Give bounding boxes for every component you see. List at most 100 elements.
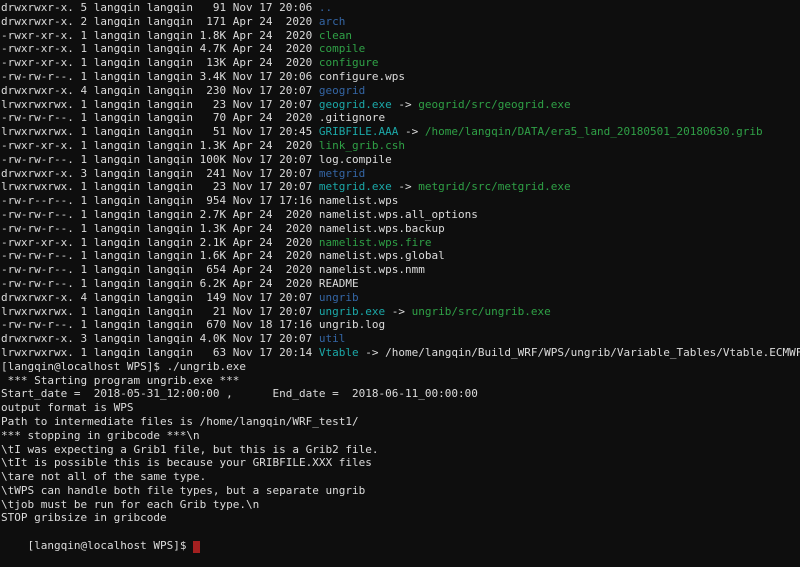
file-name: namelist.wps.global bbox=[319, 249, 445, 262]
file-meta: lrwxrwxrwx. 1 langqin langqin 21 Nov 17 … bbox=[1, 305, 319, 318]
symlink-target: geogrid/src/geogrid.exe bbox=[418, 98, 570, 111]
file-name: .gitignore bbox=[319, 111, 385, 124]
prompt-line: [langqin@localhost WPS]$ bbox=[1, 525, 800, 539]
file-meta: -rw-rw-r--. 1 langqin langqin 70 Apr 24 … bbox=[1, 111, 319, 124]
file-row: drwxrwxr-x. 3 langqin langqin 4.0K Nov 1… bbox=[1, 332, 800, 346]
output-line: \tI was expecting a Grib1 file, but this… bbox=[1, 443, 800, 457]
symlink-target: /home/langqin/Build_WRF/WPS/ungrib/Varia… bbox=[385, 346, 800, 359]
file-row: drwxrwxr-x. 4 langqin langqin 149 Nov 17… bbox=[1, 291, 800, 305]
file-name: metgrid bbox=[319, 167, 365, 180]
program-output: [langqin@localhost WPS]$ ./ungrib.exe **… bbox=[1, 360, 800, 526]
file-row: -rw-r--r--. 1 langqin langqin 954 Nov 17… bbox=[1, 194, 800, 208]
output-line: *** stopping in gribcode ***\n bbox=[1, 429, 800, 443]
symlink-arrow: -> bbox=[359, 346, 386, 359]
file-row: lrwxrwxrwx. 1 langqin langqin 23 Nov 17 … bbox=[1, 180, 800, 194]
file-name: geogrid.exe bbox=[319, 98, 392, 111]
file-row: drwxrwxr-x. 3 langqin langqin 241 Nov 17… bbox=[1, 167, 800, 181]
file-meta: lrwxrwxrwx. 1 langqin langqin 23 Nov 17 … bbox=[1, 180, 319, 193]
file-meta: -rw-rw-r--. 1 langqin langqin 6.2K Apr 2… bbox=[1, 277, 319, 290]
terminal-cursor[interactable] bbox=[193, 541, 200, 553]
terminal-window[interactable]: drwxrwxr-x. 5 langqin langqin 91 Nov 17 … bbox=[0, 0, 800, 548]
shell-prompt: [langqin@localhost WPS]$ bbox=[28, 539, 194, 552]
output-line: \tare not all of the same type. bbox=[1, 470, 800, 484]
file-name: geogrid bbox=[319, 84, 365, 97]
file-meta: -rw-rw-r--. 1 langqin langqin 2.7K Apr 2… bbox=[1, 208, 319, 221]
file-row: lrwxrwxrwx. 1 langqin langqin 21 Nov 17 … bbox=[1, 305, 800, 319]
symlink-arrow: -> bbox=[385, 305, 412, 318]
file-meta: lrwxrwxrwx. 1 langqin langqin 51 Nov 17 … bbox=[1, 125, 319, 138]
file-name: namelist.wps.nmm bbox=[319, 263, 425, 276]
file-meta: drwxrwxr-x. 5 langqin langqin 91 Nov 17 … bbox=[1, 1, 319, 14]
file-meta: drwxrwxr-x. 2 langqin langqin 171 Apr 24… bbox=[1, 15, 319, 28]
file-meta: drwxrwxr-x. 4 langqin langqin 230 Nov 17… bbox=[1, 84, 319, 97]
file-row: -rw-rw-r--. 1 langqin langqin 1.3K Apr 2… bbox=[1, 222, 800, 236]
output-line: STOP gribsize in gribcode bbox=[1, 511, 800, 525]
file-name: .. bbox=[319, 1, 332, 14]
file-row: -rwxr-xr-x. 1 langqin langqin 1.8K Apr 2… bbox=[1, 29, 800, 43]
file-name: clean bbox=[319, 29, 352, 42]
symlink-arrow: -> bbox=[398, 125, 425, 138]
symlink-target: metgrid/src/metgrid.exe bbox=[418, 180, 570, 193]
output-line: \tjob must be run for each Grib type.\n bbox=[1, 498, 800, 512]
file-name: log.compile bbox=[319, 153, 392, 166]
file-meta: -rw-rw-r--. 1 langqin langqin 1.6K Apr 2… bbox=[1, 249, 319, 262]
file-row: -rwxr-xr-x. 1 langqin langqin 2.1K Apr 2… bbox=[1, 236, 800, 250]
file-meta: -rw-rw-r--. 1 langqin langqin 3.4K Nov 1… bbox=[1, 70, 319, 83]
output-line: [langqin@localhost WPS]$ ./ungrib.exe bbox=[1, 360, 800, 374]
file-name: namelist.wps.fire bbox=[319, 236, 432, 249]
file-name: Vtable bbox=[319, 346, 359, 359]
file-meta: -rwxr-xr-x. 1 langqin langqin 2.1K Apr 2… bbox=[1, 236, 319, 249]
file-name: README bbox=[319, 277, 359, 290]
file-meta: -rw-r--r--. 1 langqin langqin 954 Nov 17… bbox=[1, 194, 319, 207]
file-name: metgrid.exe bbox=[319, 180, 392, 193]
file-name: ungrib bbox=[319, 291, 359, 304]
file-meta: -rwxr-xr-x. 1 langqin langqin 13K Apr 24… bbox=[1, 56, 319, 69]
file-row: lrwxrwxrwx. 1 langqin langqin 23 Nov 17 … bbox=[1, 98, 800, 112]
file-name: GRIBFILE.AAA bbox=[319, 125, 398, 138]
file-meta: -rwxr-xr-x. 1 langqin langqin 4.7K Apr 2… bbox=[1, 42, 319, 55]
file-row: drwxrwxr-x. 4 langqin langqin 230 Nov 17… bbox=[1, 84, 800, 98]
file-row: drwxrwxr-x. 5 langqin langqin 91 Nov 17 … bbox=[1, 1, 800, 15]
file-row: -rwxr-xr-x. 1 langqin langqin 1.3K Apr 2… bbox=[1, 139, 800, 153]
file-meta: drwxrwxr-x. 4 langqin langqin 149 Nov 17… bbox=[1, 291, 319, 304]
file-row: -rw-rw-r--. 1 langqin langqin 654 Apr 24… bbox=[1, 263, 800, 277]
file-meta: -rwxr-xr-x. 1 langqin langqin 1.8K Apr 2… bbox=[1, 29, 319, 42]
file-meta: -rw-rw-r--. 1 langqin langqin 670 Nov 18… bbox=[1, 318, 319, 331]
file-row: -rwxr-xr-x. 1 langqin langqin 4.7K Apr 2… bbox=[1, 42, 800, 56]
file-name: configure bbox=[319, 56, 379, 69]
file-row: -rwxr-xr-x. 1 langqin langqin 13K Apr 24… bbox=[1, 56, 800, 70]
symlink-target: /home/langqin/DATA/era5_land_20180501_20… bbox=[425, 125, 763, 138]
output-line: Start_date = 2018-05-31_12:00:00 , End_d… bbox=[1, 387, 800, 401]
file-row: -rw-rw-r--. 1 langqin langqin 2.7K Apr 2… bbox=[1, 208, 800, 222]
output-line: *** Starting program ungrib.exe *** bbox=[1, 374, 800, 388]
file-name: compile bbox=[319, 42, 365, 55]
file-meta: lrwxrwxrwx. 1 langqin langqin 23 Nov 17 … bbox=[1, 98, 319, 111]
file-meta: lrwxrwxrwx. 1 langqin langqin 63 Nov 17 … bbox=[1, 346, 319, 359]
symlink-arrow: -> bbox=[392, 180, 419, 193]
file-name: link_grib.csh bbox=[319, 139, 405, 152]
file-name: util bbox=[319, 332, 346, 345]
output-line: \tIt is possible this is because your GR… bbox=[1, 456, 800, 470]
terminal-screen: { "terminal": { "colors": { "background"… bbox=[0, 0, 800, 548]
file-name: namelist.wps.all_options bbox=[319, 208, 478, 221]
output-line: Path to intermediate files is /home/lang… bbox=[1, 415, 800, 429]
output-line: output format is WPS bbox=[1, 401, 800, 415]
file-row: -rw-rw-r--. 1 langqin langqin 670 Nov 18… bbox=[1, 318, 800, 332]
file-row: -rw-rw-r--. 1 langqin langqin 100K Nov 1… bbox=[1, 153, 800, 167]
file-name: configure.wps bbox=[319, 70, 405, 83]
file-name: ungrib.log bbox=[319, 318, 385, 331]
file-row: -rw-rw-r--. 1 langqin langqin 6.2K Apr 2… bbox=[1, 277, 800, 291]
file-name: arch bbox=[319, 15, 346, 28]
file-name: ungrib.exe bbox=[319, 305, 385, 318]
symlink-arrow: -> bbox=[392, 98, 419, 111]
file-meta: -rw-rw-r--. 1 langqin langqin 1.3K Apr 2… bbox=[1, 222, 319, 235]
file-row: lrwxrwxrwx. 1 langqin langqin 51 Nov 17 … bbox=[1, 125, 800, 139]
file-name: namelist.wps.backup bbox=[319, 222, 445, 235]
file-name: namelist.wps bbox=[319, 194, 398, 207]
file-meta: -rw-rw-r--. 1 langqin langqin 654 Apr 24… bbox=[1, 263, 319, 276]
file-meta: -rwxr-xr-x. 1 langqin langqin 1.3K Apr 2… bbox=[1, 139, 319, 152]
file-meta: -rw-rw-r--. 1 langqin langqin 100K Nov 1… bbox=[1, 153, 319, 166]
file-row: lrwxrwxrwx. 1 langqin langqin 63 Nov 17 … bbox=[1, 346, 800, 360]
file-row: -rw-rw-r--. 1 langqin langqin 3.4K Nov 1… bbox=[1, 70, 800, 84]
file-meta: drwxrwxr-x. 3 langqin langqin 241 Nov 17… bbox=[1, 167, 319, 180]
